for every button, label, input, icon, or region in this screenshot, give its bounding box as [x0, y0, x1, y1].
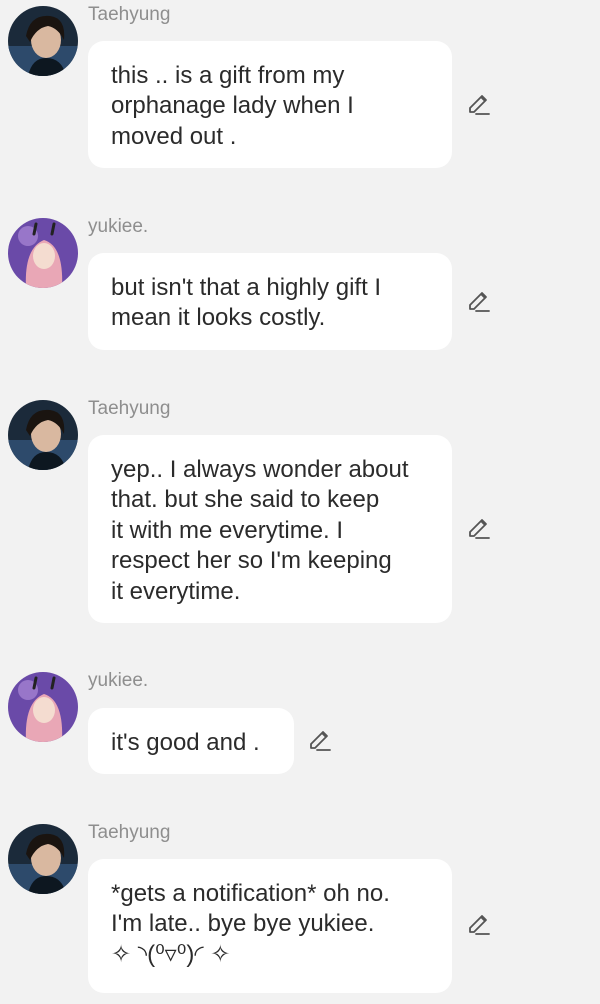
- message-bubble: but isn't that a highly gift I mean it l…: [88, 253, 452, 350]
- avatar-taehyung[interactable]: [8, 400, 78, 470]
- pencil-icon[interactable]: [466, 92, 492, 118]
- sender-name: Taehyung: [88, 822, 171, 843]
- message-bubble: this .. is a gift from my orphanage lady…: [88, 41, 452, 168]
- avatar-yukiee[interactable]: [8, 672, 78, 742]
- avatar-taehyung[interactable]: [8, 824, 78, 894]
- pencil-icon[interactable]: [466, 516, 492, 542]
- sender-name: yukiee.: [88, 670, 149, 691]
- pencil-icon[interactable]: [466, 912, 492, 938]
- message-bubble: *gets a notification* oh no. I'm late.. …: [88, 859, 452, 993]
- sender-name: yukiee.: [88, 216, 149, 237]
- sender-name: Taehyung: [88, 398, 171, 419]
- pencil-icon[interactable]: [466, 289, 492, 315]
- pencil-icon[interactable]: [307, 728, 333, 754]
- message-bubble: yep.. I always wonder about that. but sh…: [88, 435, 452, 623]
- message-bubble: it's good and .: [88, 708, 294, 774]
- sender-name: Taehyung: [88, 4, 171, 25]
- avatar-yukiee[interactable]: [8, 218, 78, 288]
- avatar-taehyung[interactable]: [8, 6, 78, 76]
